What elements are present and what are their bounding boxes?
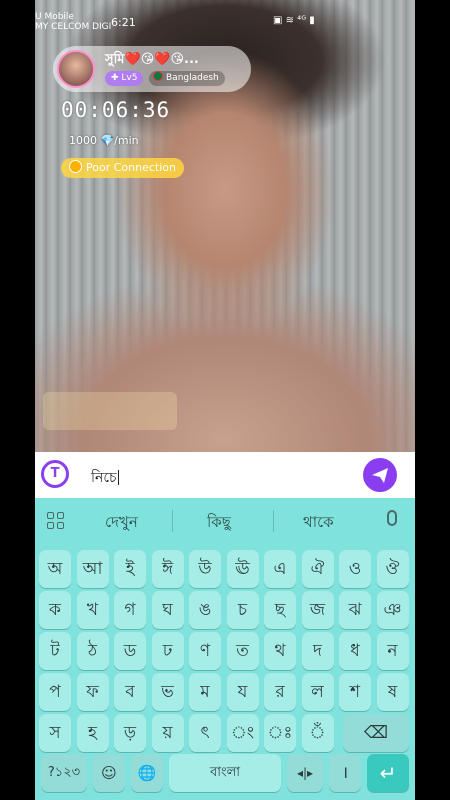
carrier-line-1: U Mobile: [35, 12, 74, 22]
enter-key[interactable]: ↵: [367, 754, 409, 792]
danda-key[interactable]: ।: [329, 754, 361, 792]
send-button[interactable]: [363, 458, 397, 492]
key[interactable]: ও: [339, 550, 371, 588]
suggestion-1[interactable]: দেখুন: [105, 511, 138, 536]
key[interactable]: ঘ: [151, 591, 184, 629]
suggestion-2[interactable]: কিছু: [207, 511, 231, 536]
caller-name: সুমি❤️😘❤️😘...: [105, 52, 199, 67]
suggestion-divider: [172, 510, 173, 532]
suggestion-3[interactable]: থাকে: [303, 511, 334, 536]
key[interactable]: গ: [114, 591, 146, 629]
space-bar[interactable]: বাংলা: [169, 754, 281, 792]
key[interactable]: এ: [264, 550, 296, 588]
key[interactable]: ধ: [339, 632, 371, 670]
key[interactable]: শ: [339, 673, 371, 711]
key[interactable]: ব: [114, 673, 146, 711]
key[interactable]: ঙ: [189, 591, 221, 629]
key[interactable]: উ: [189, 550, 221, 588]
microphone-icon[interactable]: [387, 510, 397, 526]
carrier-label: U Mobile MY CELCOM DIGI: [35, 12, 111, 32]
globe-icon[interactable]: 🌐: [131, 754, 163, 792]
key[interactable]: অ: [39, 550, 71, 588]
clock: 6:21: [111, 16, 136, 29]
key[interactable]: ত: [226, 632, 259, 670]
key[interactable]: প: [39, 673, 71, 711]
suggestion-divider: [273, 510, 274, 532]
key[interactable]: ড়: [114, 714, 146, 752]
keyboard: দেখুন কিছু থাকে অআইঈউঊএঐওঔ কখগঘঙচছজঝঞ টঠডঢ…: [35, 498, 415, 800]
key[interactable]: ঔ: [376, 550, 409, 588]
key[interactable]: ভ: [151, 673, 184, 711]
status-icons: ▣ ≋ ⁴ᴳ ▮: [273, 15, 315, 26]
key[interactable]: ষ: [376, 673, 409, 711]
country-label: Bangladesh: [166, 73, 219, 83]
country-badge: Bangladesh: [149, 71, 225, 86]
key[interactable]: য়: [151, 714, 184, 752]
key[interactable]: ন: [376, 632, 409, 670]
flag-icon: [153, 71, 163, 81]
apps-grid-icon[interactable]: [47, 512, 65, 530]
call-timer: 00:06:36: [61, 98, 171, 122]
message-input-bar: T নিচে: [35, 452, 415, 498]
symbols-key[interactable]: ?১২৩: [41, 754, 87, 792]
key[interactable]: জ: [301, 591, 334, 629]
message-input-text: নিচে: [91, 470, 117, 486]
emoji-key[interactable]: ☺: [93, 754, 125, 792]
level-badge: ✚ Lv5: [105, 71, 144, 86]
key[interactable]: চ: [226, 591, 259, 629]
text-cursor: [117, 470, 119, 485]
key[interactable]: খ: [76, 591, 109, 629]
call-rate: 1000 💎/min: [69, 134, 139, 147]
key[interactable]: ঐ: [301, 550, 334, 588]
connection-status-badge: Poor Connection: [61, 158, 184, 178]
warning-icon: [69, 160, 82, 173]
cursor-move-key[interactable]: ◂|▸: [287, 754, 323, 792]
key[interactable]: ণ: [189, 632, 221, 670]
suggestion-bar: দেখুন কিছু থাকে: [35, 498, 415, 546]
key[interactable]: ছ: [264, 591, 296, 629]
key[interactable]: স: [39, 714, 71, 752]
key[interactable]: ম: [189, 673, 221, 711]
key[interactable]: ঠ: [76, 632, 109, 670]
send-icon: [372, 468, 388, 483]
backspace-key[interactable]: ⌫: [343, 714, 409, 752]
avatar[interactable]: [57, 50, 95, 88]
key[interactable]: আ: [76, 550, 109, 588]
connection-label: Poor Connection: [86, 161, 176, 174]
key[interactable]: ঊ: [226, 550, 259, 588]
message-input[interactable]: নিচে: [91, 466, 119, 490]
key[interactable]: ঞ: [376, 591, 409, 629]
key[interactable]: ই: [114, 550, 146, 588]
carrier-line-2: MY CELCOM DIGI: [35, 22, 112, 32]
key[interactable]: ঈ: [151, 550, 184, 588]
key[interactable]: দ: [301, 632, 334, 670]
key[interactable]: র: [264, 673, 296, 711]
caller-profile-card[interactable]: সুমি❤️😘❤️😘... ✚ Lv5 Bangladesh: [53, 46, 251, 92]
key[interactable]: থ: [264, 632, 296, 670]
message-bubble: [43, 392, 177, 430]
key[interactable]: ঢ: [151, 632, 184, 670]
translate-icon[interactable]: T: [41, 460, 69, 488]
key[interactable]: ট: [39, 632, 71, 670]
key[interactable]: ং: [226, 714, 259, 752]
key[interactable]: ক: [39, 591, 71, 629]
key[interactable]: য: [226, 673, 259, 711]
key[interactable]: ঃ: [264, 714, 296, 752]
key[interactable]: ফ: [76, 673, 109, 711]
phone-screen: U Mobile MY CELCOM DIGI 6:21 ▣ ≋ ⁴ᴳ ▮ সু…: [35, 0, 415, 800]
key[interactable]: ল: [301, 673, 334, 711]
key[interactable]: ঝ: [339, 591, 371, 629]
key[interactable]: ড: [114, 632, 146, 670]
key[interactable]: ঁ: [301, 714, 334, 752]
key[interactable]: হ: [76, 714, 109, 752]
status-bar: U Mobile MY CELCOM DIGI 6:21 ▣ ≋ ⁴ᴳ ▮: [35, 12, 415, 36]
key[interactable]: ৎ: [189, 714, 221, 752]
